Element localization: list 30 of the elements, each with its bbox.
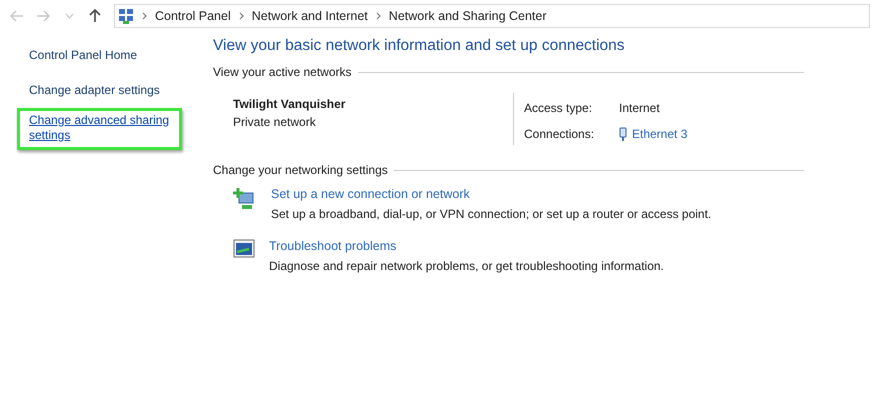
forward-icon [36, 10, 50, 22]
up-arrow-icon [89, 9, 101, 23]
task-link[interactable]: Troubleshoot problems [269, 239, 664, 253]
back-icon [10, 10, 24, 22]
sidebar-link[interactable]: Control Panel Home [17, 48, 207, 63]
network-category: Private network [233, 115, 317, 129]
section-heading: View your active networks [213, 65, 352, 79]
breadcrumb-item[interactable]: Network and Internet [252, 9, 368, 23]
sidebar-link[interactable]: Change adapter settings [17, 83, 207, 98]
breadcrumb-item[interactable]: Control Panel [155, 9, 231, 23]
chevron-right-icon [238, 12, 244, 20]
task-description: Set up a broadband, dial-up, or VPN connection; or set up a router or access point. [271, 207, 712, 221]
detail-label: Access type: [524, 100, 594, 115]
task-description: Diagnose and repair network problems, or get troubleshooting information. [269, 259, 664, 273]
detail-label: Connections: [524, 127, 596, 142]
control-panel-icon [118, 8, 134, 24]
breadcrumb-item[interactable]: Network and Sharing Center [388, 9, 547, 23]
task-link[interactable]: Set up a new connection or network [271, 187, 712, 201]
network-name: Twilight Vanquisher [233, 97, 346, 111]
sidebar-link[interactable]: Change advanced sharing settings [17, 108, 182, 150]
chevron-down-icon [64, 13, 74, 19]
address-bar[interactable]: Control Panel Network and Internet Network and Sharing Center [114, 4, 870, 28]
connection-link[interactable]: Ethernet 3 [632, 127, 688, 142]
ethernet-icon [619, 127, 627, 142]
chevron-right-icon [142, 12, 147, 20]
troubleshoot-icon [233, 239, 255, 259]
section-heading: Change your networking settings [213, 163, 388, 177]
page-title: View your basic network information and set up connections [213, 37, 626, 55]
chevron-right-icon [376, 12, 381, 20]
detail-value: Internet [619, 100, 661, 115]
